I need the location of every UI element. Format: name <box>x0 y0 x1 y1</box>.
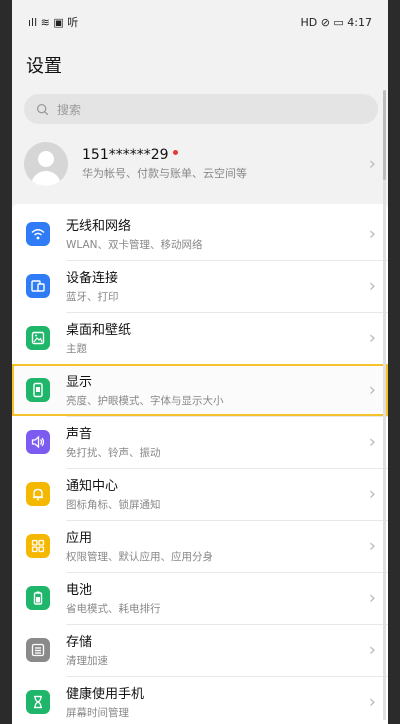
account-name: 151******29 <box>82 147 169 163</box>
settings-item-subtitle: 亮度、护眼模式、字体与显示大小 <box>66 395 224 407</box>
settings-item-battery[interactable]: 电池 省电模式、耗电排行 › <box>12 572 388 625</box>
settings-item-label: 声音 <box>66 427 93 442</box>
chevron-right-icon: › <box>368 275 376 297</box>
chevron-right-icon: › <box>368 153 376 175</box>
settings-item-apps[interactable]: 应用 权限管理、默认应用、应用分身 › <box>12 520 388 573</box>
settings-item-subtitle: 图标角标、锁屏通知 <box>66 499 161 511</box>
chevron-right-icon: › <box>368 431 376 453</box>
chevron-right-icon: › <box>368 483 376 505</box>
settings-screen: ıll ≋ ▣ 听 HD ⊘ ▭ 4:17 设置 搜索 151******29 … <box>12 0 388 724</box>
settings-item-label: 应用 <box>66 531 93 546</box>
settings-item-label: 无线和网络 <box>66 219 132 234</box>
settings-item-label: 桌面和壁纸 <box>66 323 132 338</box>
settings-item-digital-balance[interactable]: 健康使用手机 屏幕时间管理 › <box>12 676 388 724</box>
chevron-right-icon: › <box>368 223 376 245</box>
storage-icon <box>26 638 50 662</box>
chevron-right-icon: › <box>368 327 376 349</box>
avatar <box>24 142 68 186</box>
settings-item-subtitle: WLAN、双卡管理、移动网络 <box>66 239 203 251</box>
device-connect-icon <box>26 274 50 298</box>
chevron-right-icon: › <box>368 587 376 609</box>
account-subtitle: 华为帐号、付款与账单、云空间等 <box>82 167 247 180</box>
battery-icon <box>26 586 50 610</box>
settings-item-subtitle: 清理加速 <box>66 655 108 667</box>
settings-item-notification[interactable]: 通知中心 图标角标、锁屏通知 › <box>12 468 388 521</box>
settings-item-wallpaper[interactable]: 桌面和壁纸 主题 › <box>12 312 388 365</box>
settings-item-display[interactable]: 显示 亮度、护眼模式、字体与显示大小 › <box>12 364 388 417</box>
settings-list: 无线和网络 WLAN、双卡管理、移动网络 › 设备连接 蓝牙、打印 › 桌面和壁… <box>12 204 388 724</box>
settings-item-subtitle: 省电模式、耗电排行 <box>66 603 161 615</box>
settings-item-subtitle: 蓝牙、打印 <box>66 291 119 303</box>
chevron-right-icon: › <box>368 379 376 401</box>
wallpaper-icon <box>26 326 50 350</box>
status-right-icons: HD ⊘ ▭ 4:17 <box>300 15 372 29</box>
search-bar[interactable]: 搜索 <box>24 94 378 124</box>
chevron-right-icon: › <box>368 639 376 661</box>
chevron-right-icon: › <box>368 691 376 713</box>
notification-dot <box>172 149 178 155</box>
settings-item-subtitle: 屏幕时间管理 <box>66 707 129 719</box>
status-right: HD ⊘ ▭ 4:17 <box>300 16 372 29</box>
settings-item-subtitle: 免打扰、铃声、振动 <box>66 447 161 459</box>
settings-item-label: 电池 <box>66 583 93 598</box>
settings-item-wireless[interactable]: 无线和网络 WLAN、双卡管理、移动网络 › <box>12 208 388 261</box>
chevron-right-icon: › <box>368 535 376 557</box>
scrollbar-thumb[interactable] <box>383 90 386 180</box>
scrollbar[interactable] <box>383 90 386 720</box>
page-title: 设置 <box>26 56 62 77</box>
settings-item-device-connection[interactable]: 设备连接 蓝牙、打印 › <box>12 260 388 313</box>
settings-item-subtitle: 主题 <box>66 343 87 355</box>
apps-icon <box>26 534 50 558</box>
settings-item-label: 存储 <box>66 635 93 650</box>
settings-item-storage[interactable]: 存储 清理加速 › <box>12 624 388 677</box>
wifi-icon <box>26 222 50 246</box>
search-icon <box>36 103 49 115</box>
account-row[interactable]: 151******29 华为帐号、付款与账单、云空间等 › <box>12 136 388 192</box>
display-icon <box>26 378 50 402</box>
settings-item-label: 通知中心 <box>66 479 119 494</box>
status-left: ıll ≋ ▣ 听 <box>28 14 78 30</box>
settings-item-label: 显示 <box>66 375 93 390</box>
notification-icon <box>26 482 50 506</box>
hourglass-icon <box>26 690 50 714</box>
settings-item-subtitle: 权限管理、默认应用、应用分身 <box>66 551 213 563</box>
search-placeholder: 搜索 <box>57 102 82 117</box>
settings-item-sound[interactable]: 声音 免打扰、铃声、振动 › <box>12 416 388 469</box>
settings-item-label: 健康使用手机 <box>66 687 145 702</box>
settings-item-label: 设备连接 <box>66 271 119 286</box>
status-left-icons: ıll ≋ ▣ 听 <box>28 16 79 29</box>
status-bar: ıll ≋ ▣ 听 HD ⊘ ▭ 4:17 <box>12 0 388 44</box>
sound-icon <box>26 430 50 454</box>
